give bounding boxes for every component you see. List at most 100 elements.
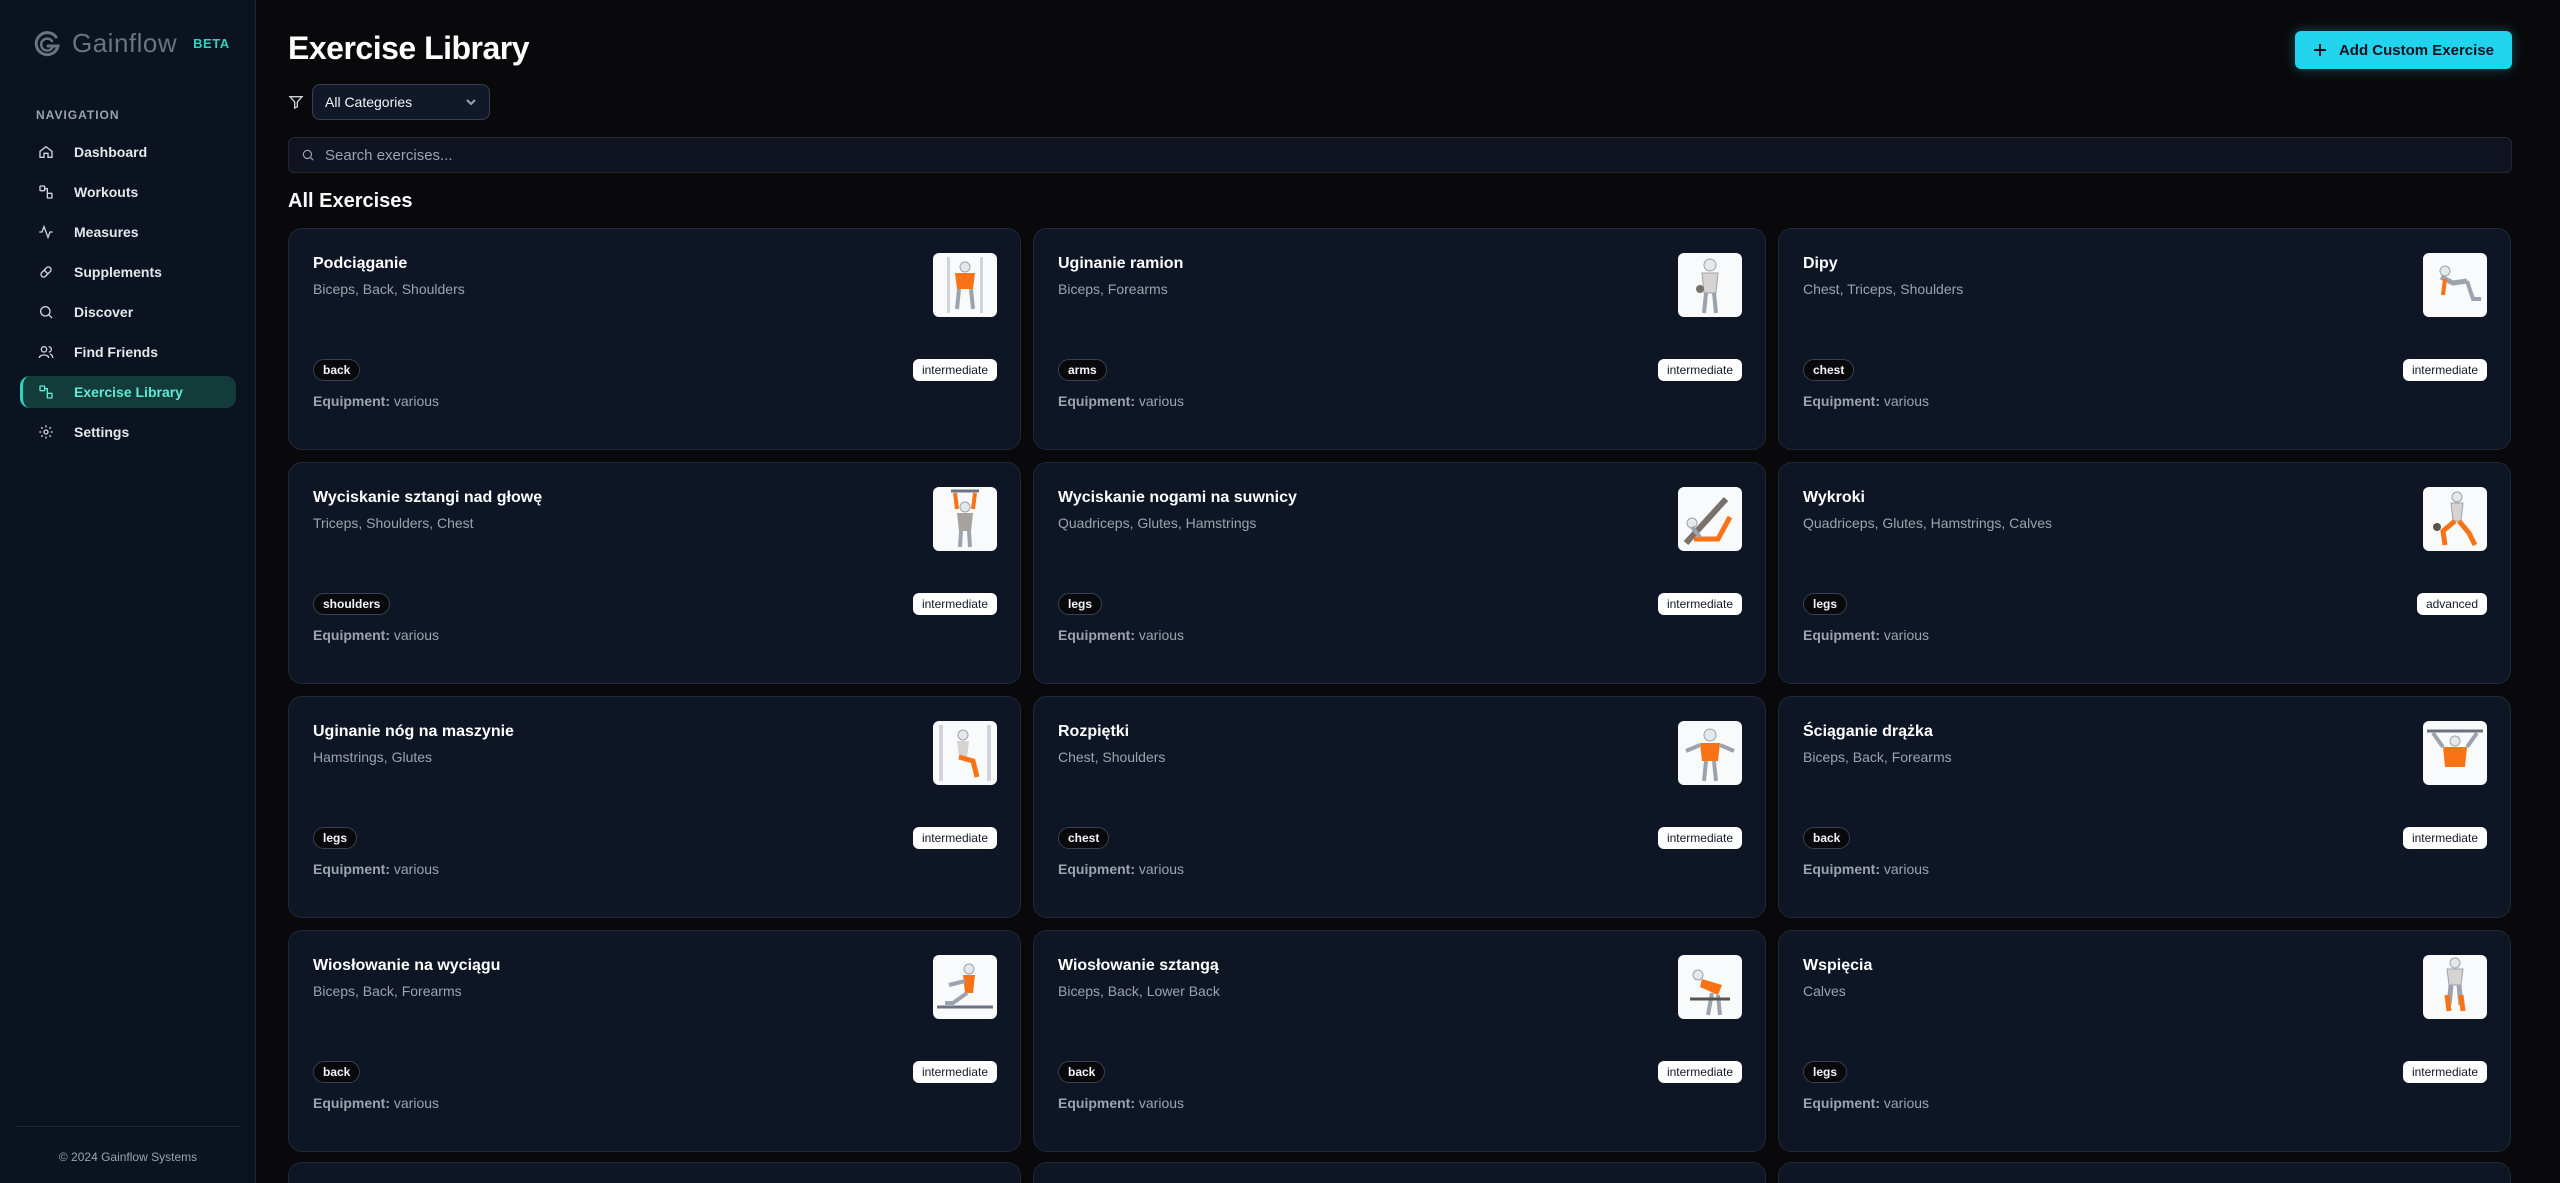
brand-name: Gainflow — [72, 28, 178, 58]
exercise-card[interactable]: Wiosłowanie na wyciągu Biceps, Back, Fore… — [288, 930, 1021, 1152]
add-button-label: Add Custom Exercise — [2338, 41, 2494, 59]
search-input[interactable] — [325, 146, 925, 164]
category-badge: legs — [1803, 1061, 1848, 1083]
equipment-label: Equipment: — [1058, 393, 1135, 409]
difficulty-badge: intermediate — [2402, 827, 2487, 849]
exercise-thumbnail — [1678, 721, 1742, 785]
exercise-thumbnail — [2423, 487, 2487, 551]
exercise-card[interactable] — [1033, 1162, 1766, 1183]
sidebar-item-label: Dashboard — [74, 144, 148, 160]
sidebar-item-label: Exercise Library — [74, 384, 183, 400]
exercise-card[interactable]: Uginanie nóg na maszynie Hamstrings, Glut… — [288, 696, 1021, 918]
exercise-name: Wiosłowanie na wyciągu — [313, 957, 501, 974]
exercise-name: Wiosłowanie sztangą — [1058, 957, 1219, 974]
equipment-label: Equipment: — [313, 627, 390, 643]
difficulty-badge: advanced — [2416, 593, 2487, 615]
brand[interactable]: Gainflow BETA — [32, 28, 230, 59]
difficulty-badge: intermediate — [1657, 827, 1742, 849]
category-badge: chest — [1803, 359, 1855, 381]
difficulty-badge: intermediate — [912, 359, 997, 381]
equipment-value: various — [1883, 1095, 1930, 1111]
exercise-thumbnail — [2423, 721, 2487, 785]
exercise-card[interactable]: Dipy Chest, Triceps, Shoulders chest interm… — [1778, 228, 2511, 450]
difficulty-badge: intermediate — [1657, 593, 1742, 615]
equipment-label: Equipment: — [313, 861, 390, 877]
exercise-name: Rozpiętki — [1058, 723, 1130, 740]
category-badge: chest — [1058, 827, 1110, 849]
equipment-label: Equipment: — [313, 393, 390, 409]
exercise-muscles: Quadriceps, Glutes, Hamstrings, Calves — [1803, 515, 2052, 531]
exercise-thumbnail — [933, 955, 997, 1019]
category-badge: legs — [1058, 593, 1103, 615]
page-title: Exercise Library — [288, 30, 530, 66]
sidebar-item-discover[interactable]: Discover — [20, 296, 236, 328]
sidebar-item-workouts[interactable]: Workouts — [20, 176, 236, 208]
sidebar-item-find-friends[interactable]: Find Friends — [20, 336, 236, 368]
sidebar-item-exercise-library[interactable]: Exercise Library — [20, 376, 236, 408]
category-badge: back — [1803, 827, 1851, 849]
exercise-card[interactable] — [288, 1162, 1021, 1183]
equipment-label: Equipment: — [1058, 861, 1135, 877]
exercise-thumbnail — [933, 487, 997, 551]
equipment-info: Equipment: various — [1803, 1095, 1929, 1111]
equipment-value: various — [1883, 627, 1930, 643]
equipment-info: Equipment: various — [1058, 393, 1184, 409]
difficulty-badge: intermediate — [1657, 1061, 1742, 1083]
exercise-muscles: Quadriceps, Glutes, Hamstrings — [1058, 515, 1257, 531]
equipment-value: various — [1138, 627, 1185, 643]
equipment-value: various — [1138, 861, 1185, 877]
sidebar-item-measures[interactable]: Measures — [20, 216, 236, 248]
exercise-muscles: Biceps, Back, Forearms — [1803, 749, 1952, 765]
gear-icon — [39, 425, 53, 439]
search-bar — [288, 137, 2512, 173]
sidebar-item-dashboard[interactable]: Dashboard — [20, 136, 236, 168]
sidebar-item-settings[interactable]: Settings — [20, 416, 236, 448]
exercise-thumbnail — [2423, 955, 2487, 1019]
exercise-card[interactable] — [1778, 1162, 2511, 1183]
exercise-muscles: Triceps, Shoulders, Chest — [313, 515, 474, 531]
exercise-muscles: Chest, Shoulders — [1058, 749, 1166, 765]
category-badge: back — [313, 1061, 361, 1083]
nav-heading: NAVIGATION — [36, 108, 120, 122]
equipment-value: various — [393, 627, 440, 643]
equipment-info: Equipment: various — [1058, 1095, 1184, 1111]
equipment-label: Equipment: — [1058, 627, 1135, 643]
exercise-card[interactable]: Wyciskanie nogami na suwnicy Quadriceps, … — [1033, 462, 1766, 684]
equipment-label: Equipment: — [1803, 393, 1880, 409]
exercise-card[interactable]: Wiosłowanie sztangą Biceps, Back, Lower B… — [1033, 930, 1766, 1152]
category-select[interactable]: All Categories — [312, 84, 490, 120]
users-icon — [38, 346, 54, 359]
exercise-card[interactable]: Uginanie ramion Biceps, Forearms arms inter… — [1033, 228, 1766, 450]
sidebar-item-supplements[interactable]: Supplements — [20, 256, 236, 288]
exercise-card[interactable]: Wyciskanie sztangi nad głowę Triceps, Sho… — [288, 462, 1021, 684]
gainflow-logo-icon — [34, 30, 60, 56]
exercise-name: Wyciskanie sztangi nad głowę — [313, 489, 543, 506]
exercise-thumbnail — [933, 721, 997, 785]
add-custom-exercise-button[interactable]: Add Custom Exercise — [2294, 31, 2512, 69]
equipment-info: Equipment: various — [1058, 861, 1184, 877]
filter-row: All Categories — [288, 84, 490, 120]
exercise-name: Wyciskanie nogami na suwnicy — [1058, 489, 1297, 506]
exercise-name: Uginanie ramion — [1058, 255, 1184, 272]
exercise-thumbnail — [1678, 487, 1742, 551]
exercise-card[interactable]: Podciąganie Biceps, Back, Shoulders back in… — [288, 228, 1021, 450]
home-icon — [39, 145, 53, 158]
exercise-grid-next-row — [288, 1162, 2512, 1183]
exercise-card[interactable]: Wykroki Quadriceps, Glutes, Hamstrings, C… — [1778, 462, 2511, 684]
exercise-thumbnail — [1678, 253, 1742, 317]
exercise-muscles: Calves — [1803, 983, 1846, 999]
sidebar: Gainflow BETA NAVIGATION Dashboard Workou… — [0, 0, 256, 1183]
sidebar-nav: Dashboard Workouts Measures Supplements Disc… — [20, 136, 236, 456]
equipment-value: various — [393, 1095, 440, 1111]
dumbbell-icon — [39, 385, 53, 399]
exercise-card[interactable]: Wspięcia Calves legs intermediate Equipment:… — [1778, 930, 2511, 1152]
equipment-label: Equipment: — [313, 1095, 390, 1111]
exercise-card[interactable]: Rozpiętki Chest, Shoulders chest intermedia… — [1033, 696, 1766, 918]
equipment-label: Equipment: — [1803, 861, 1880, 877]
exercise-thumbnail — [1678, 955, 1742, 1019]
exercise-name: Wspięcia — [1803, 957, 1873, 974]
category-select-value: All Categories — [325, 94, 413, 110]
dumbbell-icon — [39, 185, 53, 199]
exercise-card[interactable]: Ściąganie drążka Biceps, Back, Forearms ba… — [1778, 696, 2511, 918]
exercise-muscles: Biceps, Forearms — [1058, 281, 1168, 297]
